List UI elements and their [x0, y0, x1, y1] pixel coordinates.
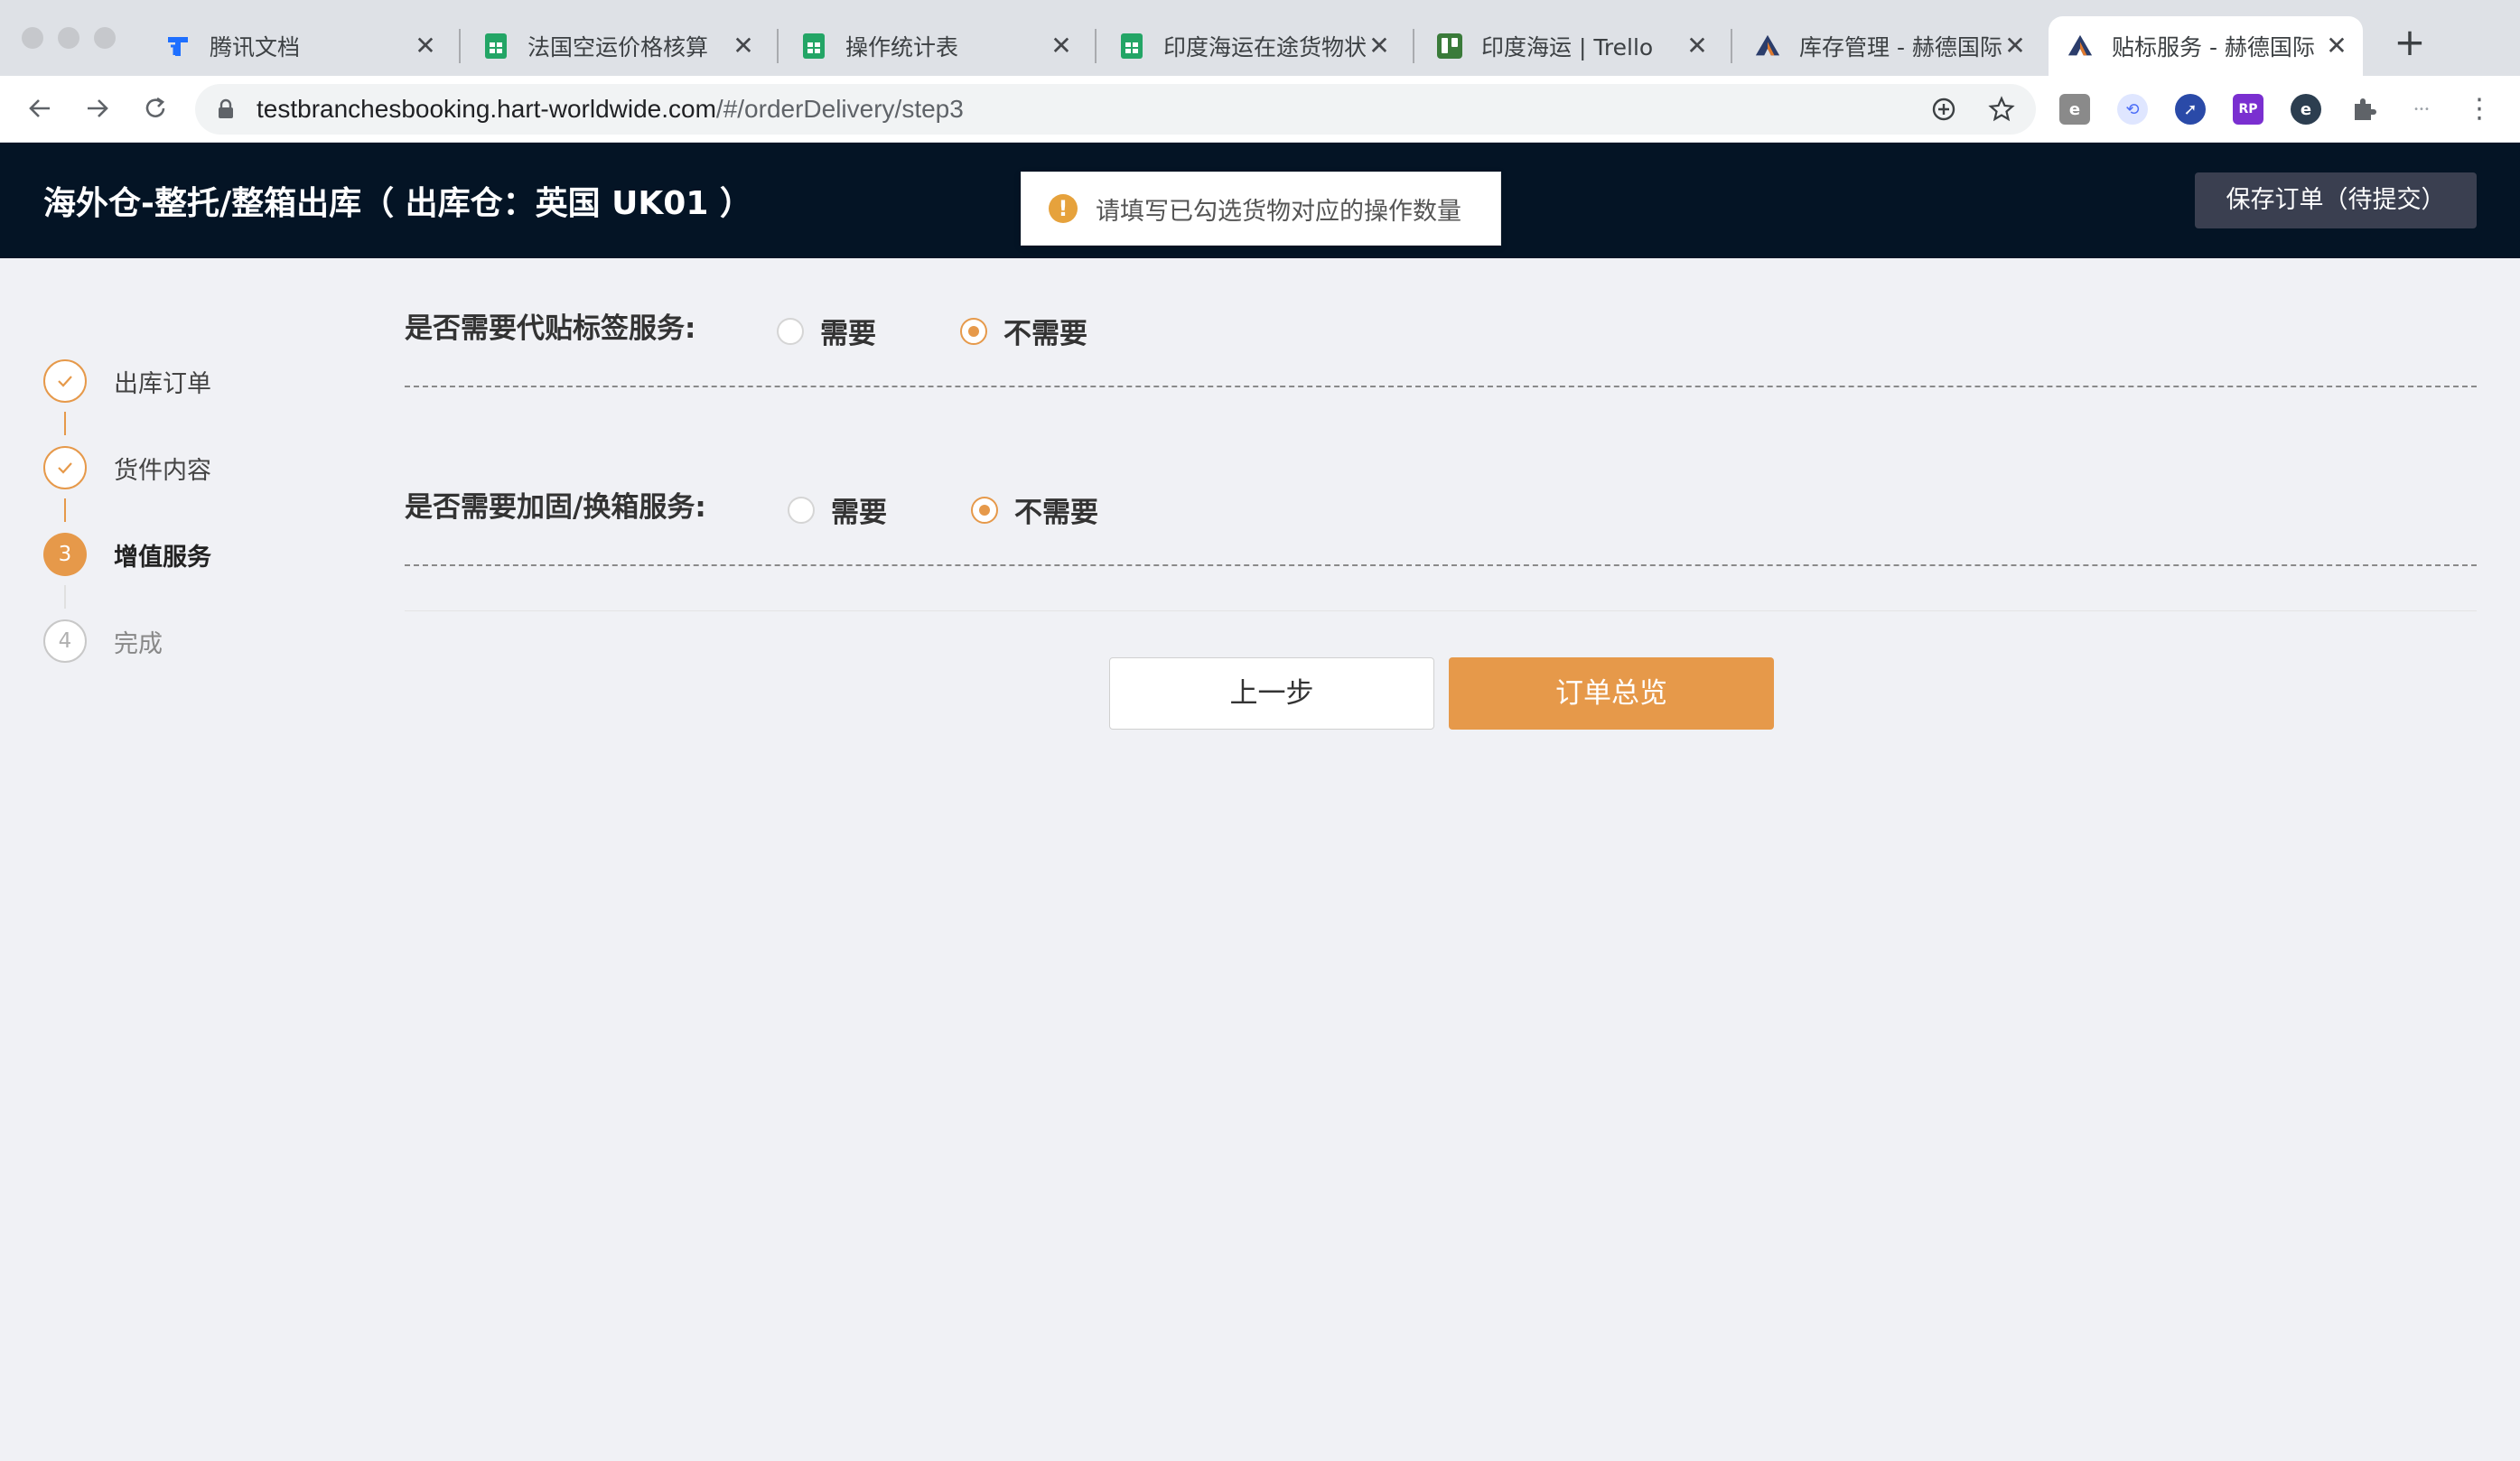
tab-labeling-service[interactable]: 贴标服务 - 赫德国际 ✕ [2049, 16, 2363, 76]
label-service-need-radio[interactable]: 需要 [777, 311, 876, 351]
more-menu-icon[interactable]: ⋮ [2464, 94, 2495, 125]
close-icon[interactable]: ✕ [730, 33, 757, 59]
tab-separator [459, 29, 461, 63]
tab-separator [777, 29, 779, 63]
new-tab-button[interactable]: + [2390, 23, 2430, 63]
radio-icon [788, 496, 815, 524]
order-overview-button[interactable]: 订单总览 [1449, 657, 1774, 730]
forward-button[interactable] [78, 88, 117, 128]
step-label: 增值服务 [114, 543, 211, 572]
tab-india-shipping-status[interactable]: 印度海运在途货物状 ✕ [1100, 16, 1405, 76]
tab-title: 印度海运在途货物状 [1163, 34, 1366, 60]
label-service-question: 是否需要代贴标签服务: [405, 312, 696, 345]
page-title: 海外仓-整托/整箱出库（ 出库仓：英国 UK01 ） [43, 185, 752, 222]
extension-rp-icon[interactable]: RP [2233, 94, 2263, 125]
close-icon[interactable]: ✕ [1684, 33, 1711, 59]
url-text: testbranchesbooking.hart-worldwide.com/#… [257, 95, 964, 124]
tab-separator [1095, 29, 1097, 63]
radio-label: 需要 [820, 318, 876, 350]
divider [405, 564, 2477, 566]
tencent-docs-icon [164, 33, 191, 60]
extension-sticker-icon[interactable]: e [2059, 94, 2090, 125]
tab-india-trello[interactable]: 印度海运 | Trello ✕ [1418, 16, 1723, 76]
tab-france-air-pricing[interactable]: 法国空运价格核算 ✕ [464, 16, 770, 76]
back-button[interactable] [20, 88, 60, 128]
step-connector [64, 585, 66, 609]
tab-separator [1413, 29, 1414, 63]
tab-operation-stats[interactable]: 操作统计表 ✕ [782, 16, 1087, 76]
step-connector [64, 498, 66, 522]
radio-label: 不需要 [1014, 497, 1098, 529]
label-service-no-need-radio[interactable]: 不需要 [960, 311, 1087, 351]
reinforce-service-need-radio[interactable]: 需要 [788, 489, 887, 530]
tab-tencent-docs[interactable]: 腾讯文档 ✕ [146, 16, 452, 76]
tab-title: 法国空运价格核算 [527, 34, 709, 60]
reload-icon [145, 97, 165, 117]
close-icon[interactable]: ✕ [1048, 33, 1075, 59]
radio-checked-icon [971, 496, 998, 524]
radio-checked-icon [960, 317, 987, 345]
step-label: 出库订单 [114, 369, 211, 398]
hart-logo-icon [1754, 33, 1781, 60]
radio-label: 需要 [831, 497, 887, 529]
reload-button[interactable] [135, 88, 175, 128]
browser-tab-bar: 腾讯文档 ✕ 法国空运价格核算 ✕ 操作统计表 ✕ 印度海运在途货物状 ✕ 印度… [0, 0, 2520, 76]
window-close-button[interactable] [22, 27, 43, 49]
arrow-right-icon [88, 99, 108, 117]
step-number: 4 [43, 619, 87, 663]
sheet-icon [482, 33, 509, 60]
tab-title: 腾讯文档 [210, 34, 301, 60]
warning-toast: ! 请填写已勾选货物对应的操作数量 [1021, 172, 1501, 246]
lock-icon [219, 98, 233, 118]
window-minimize-button[interactable] [58, 27, 79, 49]
browser-toolbar: testbranchesbooking.hart-worldwide.com/#… [0, 76, 2520, 143]
extension-e-icon[interactable]: e [2291, 94, 2321, 125]
step-number: 3 [43, 533, 87, 576]
tab-title: 操作统计表 [845, 34, 959, 60]
step-complete[interactable]: 4 完成 [43, 619, 163, 663]
url-path: /#/orderDelivery/step3 [715, 95, 964, 123]
extension-translate-icon[interactable]: ⟲ [2117, 94, 2148, 125]
divider [405, 386, 2477, 387]
close-icon[interactable]: ✕ [412, 33, 439, 59]
reinforce-service-question: 是否需要加固/换箱服务: [405, 491, 706, 524]
hart-logo-icon [2067, 33, 2094, 60]
tab-title: 库存管理 - 赫德国际 [1799, 34, 2002, 60]
address-bar[interactable]: testbranchesbooking.hart-worldwide.com/#… [195, 84, 2036, 135]
sheet-icon [1118, 33, 1145, 60]
step-label: 完成 [114, 629, 163, 658]
add-to-page-icon[interactable] [1929, 95, 1958, 124]
bookmark-star-icon[interactable] [1987, 95, 2016, 124]
radio-icon [777, 317, 804, 345]
close-icon[interactable]: ✕ [2002, 33, 2029, 59]
close-icon[interactable]: ✕ [2323, 33, 2350, 59]
tab-inventory-management[interactable]: 库存管理 - 赫德国际 ✕ [1736, 16, 2041, 76]
reinforce-service-no-need-radio[interactable]: 不需要 [971, 489, 1098, 530]
tab-separator [1731, 29, 1732, 63]
puzzle-icon[interactable] [2348, 94, 2379, 125]
divider [405, 610, 2477, 611]
sheet-icon [800, 33, 827, 60]
check-icon [43, 446, 87, 489]
extension-rocket-icon[interactable]: ➚ [2175, 94, 2206, 125]
window-zoom-button[interactable] [94, 27, 116, 49]
tab-title: 贴标服务 - 赫德国际 [2112, 34, 2315, 60]
warning-icon: ! [1049, 194, 1078, 223]
radio-label: 不需要 [1003, 318, 1087, 350]
arrow-left-icon [29, 99, 50, 117]
step-connector [64, 412, 66, 435]
step-value-added-services[interactable]: 3 增值服务 [43, 533, 211, 576]
step-label: 货件内容 [114, 456, 211, 485]
profile-icon[interactable]: ••• [2406, 94, 2437, 125]
url-host: testbranchesbooking.hart-worldwide.com [257, 95, 716, 123]
step-delivery-order[interactable]: 出库订单 [43, 359, 211, 403]
step-shipment-contents[interactable]: 货件内容 [43, 446, 211, 489]
previous-step-button[interactable]: 上一步 [1109, 657, 1434, 730]
trello-icon [1436, 33, 1463, 60]
check-icon [43, 359, 87, 403]
save-order-button[interactable]: 保存订单（待提交） [2195, 172, 2477, 228]
tab-title: 印度海运 | Trello [1481, 34, 1654, 60]
toast-message: 请填写已勾选货物对应的操作数量 [1096, 197, 1461, 226]
close-icon[interactable]: ✕ [1366, 33, 1393, 59]
